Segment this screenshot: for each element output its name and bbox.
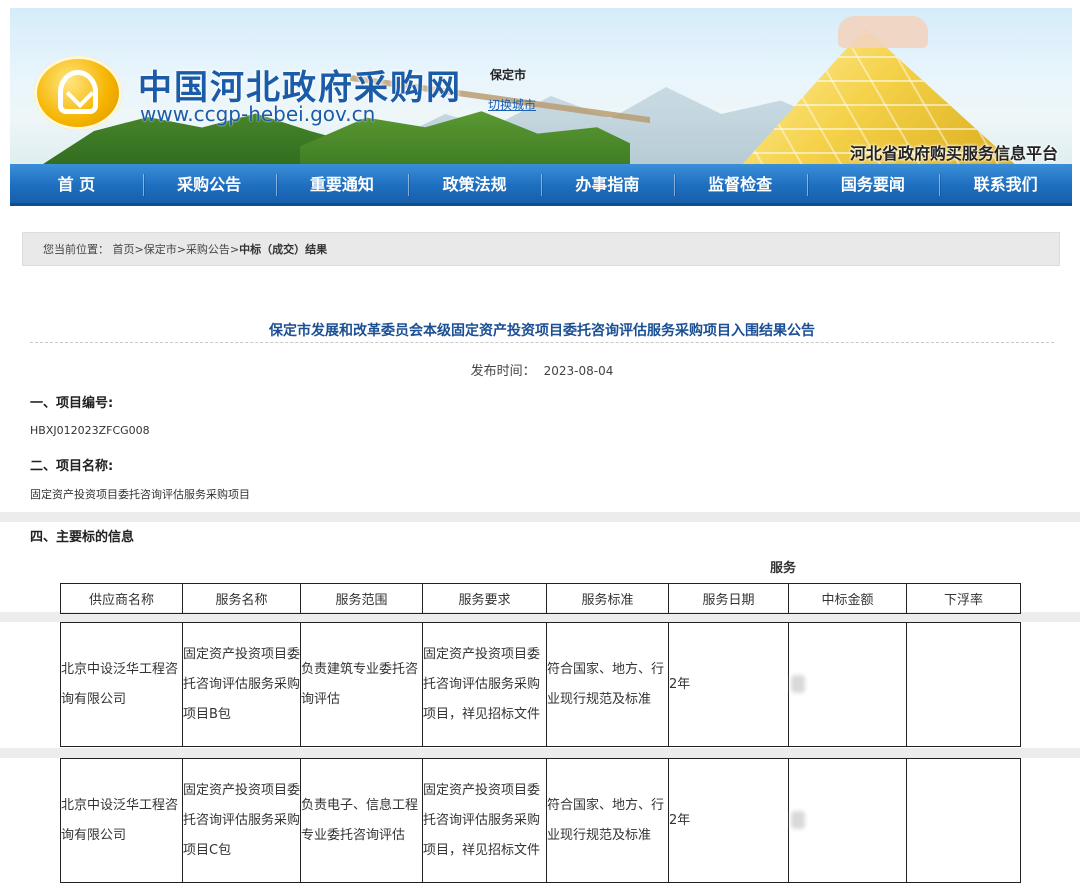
cell-service-name: 固定资产投资项目委托咨询评估服务采购项目B包 <box>182 622 301 747</box>
col-header-standard: 服务标准 <box>546 583 669 614</box>
bid-info-table-header: 供应商名称 服务名称 服务范围 服务要求 服务标准 服务日期 中标金额 下浮率 <box>60 583 1021 614</box>
article-title: 保定市发展和改革委员会本级固定资产投资项目委托咨询评估服务采购项目入围结果公告 <box>269 323 815 339</box>
col-header-service-name: 服务名称 <box>182 583 301 614</box>
col-header-scope: 服务范围 <box>300 583 423 614</box>
redacted-amount <box>791 811 805 829</box>
nav-item-guide[interactable]: 办事指南 <box>541 164 674 203</box>
table-row: 北京中设泛华工程咨询有限公司 固定资产投资项目委托咨询评估服务采购项目B包 负责… <box>60 622 1021 747</box>
current-city: 保定市 <box>490 68 527 82</box>
cell-standard: 符合国家、地方、行业现行规范及标准 <box>546 758 669 883</box>
cell-scope: 负责电子、信息工程专业委托咨询评估 <box>300 758 423 883</box>
bid-info-table-row-b: 北京中设泛华工程咨询有限公司 固定资产投资项目委托咨询评估服务采购项目B包 负责… <box>60 622 1021 747</box>
publish-date: 2023-08-04 <box>543 364 614 378</box>
main-bid-heading: 四、主要标的信息 <box>30 530 135 545</box>
nav-item-state-news[interactable]: 国务要闻 <box>806 164 940 203</box>
nav-item-home[interactable]: 首 页 <box>10 164 143 203</box>
cell-amount <box>788 622 907 747</box>
cell-standard: 符合国家、地方、行业现行规范及标准 <box>546 622 669 747</box>
breadcrumb-notices[interactable]: 采购公告 <box>186 243 230 256</box>
table-header-row: 供应商名称 服务名称 服务范围 服务要求 服务标准 服务日期 中标金额 下浮率 <box>60 583 1021 614</box>
col-header-period: 服务日期 <box>668 583 789 614</box>
nav-item-policies[interactable]: 政策法规 <box>408 164 541 203</box>
banner-hand <box>838 16 928 48</box>
nav-item-contact[interactable]: 联系我们 <box>939 164 1072 203</box>
cell-period: 2年 <box>668 622 789 747</box>
publish-time: 发布时间： 2023-08-04 <box>30 360 1054 379</box>
breadcrumb-prefix: 您当前位置： <box>43 243 109 256</box>
breadcrumb: 您当前位置： 首页>保定市>采购公告>中标（成交）结果 <box>22 232 1060 266</box>
project-name-value: 固定资产投资项目委托咨询评估服务采购项目 <box>30 488 250 501</box>
cell-supplier: 北京中设泛华工程咨询有限公司 <box>60 758 183 883</box>
project-number-value: HBXJ012023ZFCG008 <box>30 424 150 437</box>
cell-rate <box>906 758 1021 883</box>
breadcrumb-separator: > <box>134 243 144 256</box>
site-logo-icon[interactable] <box>34 56 122 130</box>
platform-name: 河北省政府购买服务信息平台 <box>849 144 1058 163</box>
cell-scope: 负责建筑专业委托咨询评估 <box>300 622 423 747</box>
project-name-heading: 二、项目名称: <box>30 459 114 474</box>
switch-city-link[interactable]: 切换城市 <box>488 96 536 113</box>
page-gap <box>0 512 1080 522</box>
nav-item-procurement-notices[interactable]: 采购公告 <box>142 164 276 203</box>
publish-label: 发布时间： <box>470 364 536 379</box>
breadcrumb-city[interactable]: 保定市 <box>144 243 177 256</box>
project-number-heading: 一、项目编号: <box>30 396 114 411</box>
site-url: www.ccgp-hebei.gov.cn <box>140 102 376 126</box>
bid-info-table-row-c: 北京中设泛华工程咨询有限公司 固定资产投资项目委托咨询评估服务采购项目C包 负责… <box>60 758 1021 883</box>
col-header-amount: 中标金额 <box>788 583 907 614</box>
main-nav: 首 页 采购公告 重要通知 政策法规 办事指南 监督检查 国务要闻 联系我们 <box>10 164 1072 206</box>
service-group-header: 服务 <box>770 561 797 576</box>
title-divider <box>30 342 1054 343</box>
breadcrumb-separator: > <box>176 243 186 256</box>
cell-amount <box>788 758 907 883</box>
nav-item-supervision[interactable]: 监督检查 <box>673 164 807 203</box>
cell-requirement: 固定资产投资项目委托咨询评估服务采购项目，祥见招标文件 <box>422 622 547 747</box>
logo-emblem <box>58 70 98 114</box>
breadcrumb-home[interactable]: 首页 <box>113 243 135 256</box>
cell-service-name: 固定资产投资项目委托咨询评估服务采购项目C包 <box>182 758 301 883</box>
breadcrumb-current: 中标（成交）结果 <box>239 243 328 256</box>
site-banner: 中国河北政府采购网 www.ccgp-hebei.gov.cn 保定市 切换城市… <box>10 8 1072 164</box>
page-gap <box>0 748 1080 758</box>
col-header-rate: 下浮率 <box>906 583 1021 614</box>
table-row: 北京中设泛华工程咨询有限公司 固定资产投资项目委托咨询评估服务采购项目C包 负责… <box>60 758 1021 883</box>
cell-period: 2年 <box>668 758 789 883</box>
cell-supplier: 北京中设泛华工程咨询有限公司 <box>60 622 183 747</box>
redacted-amount <box>791 675 805 693</box>
cell-requirement: 固定资产投资项目委托咨询评估服务采购项目，祥见招标文件 <box>422 758 547 883</box>
nav-item-important-notices[interactable]: 重要通知 <box>275 164 409 203</box>
col-header-requirement: 服务要求 <box>422 583 547 614</box>
col-header-supplier: 供应商名称 <box>60 583 183 614</box>
cell-rate <box>906 622 1021 747</box>
breadcrumb-separator: > <box>229 243 240 256</box>
